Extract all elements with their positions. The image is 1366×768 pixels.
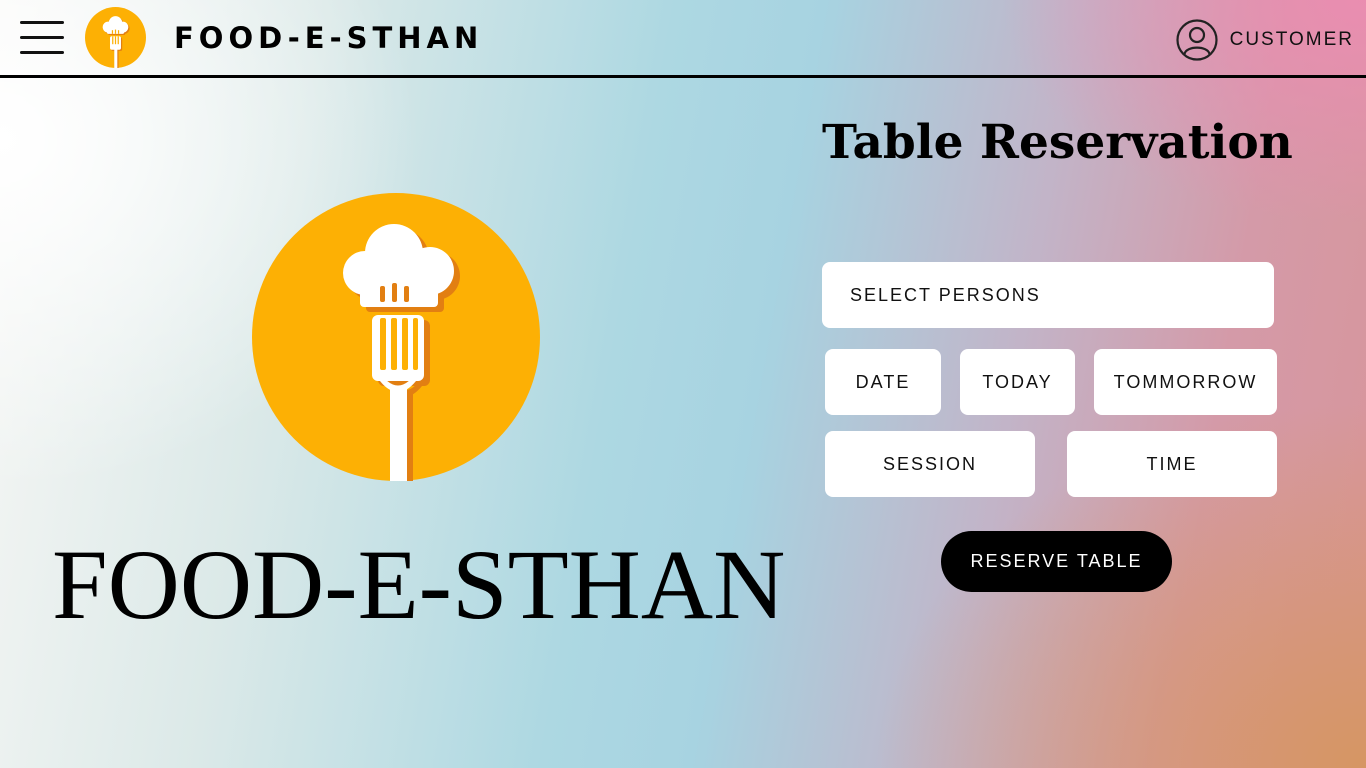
customer-account-button[interactable]: CUSTOMER [1176,19,1354,61]
reservation-title: Table Reservation [822,115,1293,170]
reserve-table-button[interactable]: RESERVE TABLE [941,531,1172,592]
tomorrow-button[interactable]: TOMMORROW [1094,349,1277,415]
hamburger-menu-icon[interactable] [20,21,64,55]
customer-label: CUSTOMER [1229,29,1354,50]
brand-logo-icon[interactable] [85,7,146,68]
brand-name: FOOD-E-STHAN [174,21,484,55]
session-field[interactable]: SESSION [825,431,1035,497]
today-button[interactable]: TODAY [960,349,1075,415]
date-button[interactable]: DATE [825,349,941,415]
time-field[interactable]: TIME [1067,431,1277,497]
select-persons-field[interactable]: SELECT PERSONS [822,262,1274,328]
hero-logo-icon [252,193,540,481]
hero-title: FOOD-E-STHAN [52,529,786,640]
user-circle-icon [1176,19,1218,61]
top-navbar: FOOD-E-STHAN CUSTOMER [0,0,1366,78]
